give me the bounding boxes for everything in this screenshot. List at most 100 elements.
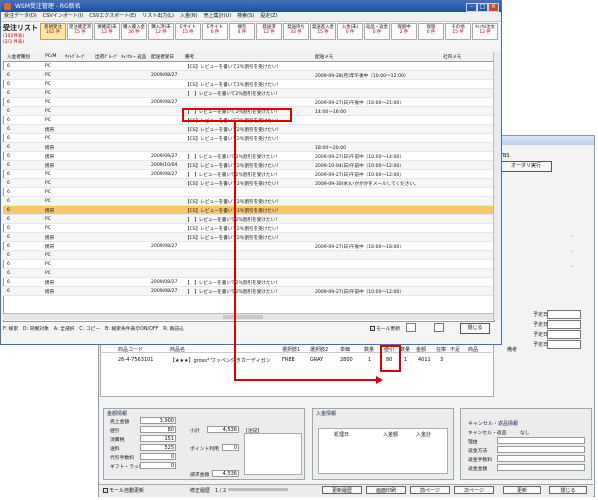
table-row[interactable]: 6携帯【CS】レビューを書いて2％割引を受けたい！ xyxy=(3,233,493,242)
yotei-input[interactable] xyxy=(547,320,581,329)
menu-item[interactable]: 受注データ(D) xyxy=(4,12,37,21)
folder-tab[interactable]: 梱包 4 件 xyxy=(229,23,255,40)
cancel-field[interactable] xyxy=(497,455,585,462)
chevron-down-icon[interactable]: ⌄ xyxy=(570,263,574,269)
table-row[interactable]: 6携帯【CS】レビューを書いて2％割引を受けたい！ xyxy=(3,206,493,215)
update-button[interactable]: 更新 xyxy=(503,486,541,494)
folder-tab[interactable]: 発送進入金 15 件 xyxy=(310,23,336,40)
history-slider[interactable] xyxy=(228,488,288,491)
table-row[interactable]: 6 PC 2009/08/27 2009-09-27(日)午後中（16:00〜21:0… xyxy=(3,98,493,107)
horizontal-scrollbar[interactable] xyxy=(3,313,493,320)
table-row[interactable]: 6携帯2009/10/04【CS】レビューを書いて2％割引を受けたい！2009-… xyxy=(3,161,493,170)
update-history-button[interactable]: 更新履歴 xyxy=(322,486,362,494)
table-row[interactable]: 6PC【CS】レビューを書いて2％割引を受けたい！ xyxy=(3,134,493,143)
close-icon[interactable]: × xyxy=(488,3,499,12)
chevron-down-icon[interactable]: ⌄ xyxy=(570,233,574,239)
col-header[interactable]: 出荷ｸﾞﾙｰﾌﾟ xyxy=(95,54,118,60)
table-row[interactable]: 6携帯【CS】レビューを書いて2％割引を受けたい！ xyxy=(3,125,493,134)
spin-right-icon[interactable] xyxy=(434,323,444,332)
col-header[interactable]: 社内メモ xyxy=(443,54,461,60)
model-update-checkbox[interactable]: ✓ モール更新 xyxy=(370,325,400,332)
print-screen-button[interactable]: 画面印刷 xyxy=(366,486,406,494)
point-value[interactable]: 0 xyxy=(222,444,239,451)
stock[interactable]: 3 xyxy=(440,357,443,363)
scroll-thumb[interactable] xyxy=(223,315,263,319)
folder-tab[interactable]: 新規受注 102 件 xyxy=(40,23,66,40)
table-row[interactable]: 6PC【CS】レビューを書いて2％割引を受けたい！ xyxy=(3,80,493,89)
close-detail-button[interactable]: 閉じる xyxy=(549,486,587,494)
table-row[interactable]: 6PC【CS】レビューを書いて2％割引を受けたい！2009-09-30(水)いか… xyxy=(3,179,493,188)
yotei-input[interactable] xyxy=(547,340,581,349)
product-code[interactable]: 26-4-7563101 xyxy=(118,357,153,363)
col-header[interactable]: ｷｬﾝｾﾙ・返品 xyxy=(121,54,146,60)
col-header[interactable]: 配送メモ xyxy=(315,54,333,60)
col-header[interactable]: PC/M xyxy=(45,54,57,59)
close-list-button[interactable]: 閉じる xyxy=(460,323,490,334)
folder-tab[interactable]: Eサイト 15 件 xyxy=(175,23,201,40)
quantity2[interactable]: 1 xyxy=(404,357,407,363)
folder-tab[interactable]: その他 15 件 xyxy=(445,23,471,40)
table-row[interactable]: 6 携帯 18:00〜20:00 xyxy=(3,143,493,152)
folder-tab[interactable]: Eサイト 6 件 xyxy=(202,23,228,40)
menu-item[interactable]: 売上集計(U) xyxy=(204,12,232,21)
menu-item[interactable]: 設定(Z) xyxy=(260,12,277,21)
folder-tab[interactable]: ｷｬﾝｾﾙ注文 12 件 xyxy=(472,23,498,40)
vertical-scrollbar[interactable] xyxy=(493,52,501,320)
chevron-down-icon[interactable]: ⌄ xyxy=(570,248,574,254)
amount[interactable]: 4011 xyxy=(418,357,431,363)
unit-price[interactable]: 2800 xyxy=(340,357,353,363)
yotei-input[interactable] xyxy=(547,310,581,319)
product-name[interactable]: 【★★★】gross* ワッペン付きカーディガン xyxy=(170,357,271,364)
billing-value: 4,536 xyxy=(212,470,239,477)
folder-tab[interactable]: 保留 0 件 xyxy=(418,23,444,40)
folder-tab[interactable]: 保留中 2 件 xyxy=(391,23,417,40)
folder-tab[interactable]: 発送待ち 33 件 xyxy=(283,23,309,40)
maximize-icon[interactable]: □ xyxy=(477,3,488,12)
table-row[interactable]: 6 携帯 2009/08/27 【 】レビューを書いて2％割引を受けたい！ xyxy=(3,278,493,287)
table-row[interactable]: 6 携帯 2009/08/27 【 】レビューを書いて2％割引を受けたい！ 2009-0… xyxy=(3,152,493,161)
col-header[interactable]: 入金者種別 xyxy=(7,54,30,60)
col-header[interactable]: 備考 xyxy=(185,54,194,60)
spin-left-icon[interactable] xyxy=(406,323,416,332)
menu-item[interactable]: CSVエクスポート(E) xyxy=(89,12,136,21)
folder-tab[interactable]: 購入済(未 12 件 xyxy=(148,23,174,40)
option1[interactable]: FREE xyxy=(282,357,295,363)
minimize-icon[interactable]: – xyxy=(466,3,477,12)
next-page-button[interactable]: 次ページ xyxy=(454,486,494,494)
table-row[interactable]: 6 PC 【 】レビューを書いて2％割引を受けたい！ xyxy=(3,215,493,224)
table-row[interactable]: 6PC【CS】レビューを書いて2％割引を受けたい！ xyxy=(3,224,493,233)
cancel-field[interactable] xyxy=(497,446,585,453)
table-row[interactable]: 6 携帯 2009/08/27 2009-09-27(日)午後中（16:00〜18:0… xyxy=(3,242,493,251)
folder-tab[interactable]: 受注確定済 15 件 xyxy=(67,23,93,40)
menu-item[interactable]: 検索(S) xyxy=(237,12,254,21)
option2[interactable]: GRAY xyxy=(310,357,323,363)
prev-page-button[interactable]: 前ページ xyxy=(410,486,450,494)
table-row[interactable]: 6 PC xyxy=(3,269,493,278)
cancel-field[interactable] xyxy=(497,437,585,444)
col-header[interactable]: 配送者受日 xyxy=(151,54,174,60)
quantity[interactable]: 1 xyxy=(368,357,371,363)
folder-tab[interactable]: 返品・返金 0 件 xyxy=(364,23,390,40)
folder-tab[interactable]: 要確認(未 12 件 xyxy=(94,23,120,40)
auto-update-checkbox[interactable]: ✓ モール自動更新 xyxy=(103,487,144,494)
cancel-field[interactable] xyxy=(497,464,585,471)
yotei-input[interactable] xyxy=(547,330,581,339)
table-row[interactable]: 6PC【CS】レビューを書いて2％割引を受けたい！ xyxy=(3,197,493,206)
table-row[interactable]: 6 PC 2009/08/27 【 】レビューを書いて2％割引を受けたい！ 2009-0… xyxy=(3,170,493,179)
menu-item[interactable]: CSVインポート(I) xyxy=(43,12,83,21)
order-execute-button[interactable]: オーダリ実行 xyxy=(500,161,552,172)
folder-tab[interactable]: 購入確入金 26 件 xyxy=(121,23,147,40)
table-row[interactable]: 6 携帯 2009/08/27 【 】レビューを書いて2％割引を受けたい！ 2009-0… xyxy=(3,287,493,296)
menu-item[interactable]: 入金(N) xyxy=(180,12,198,21)
memo-textarea[interactable] xyxy=(244,433,302,475)
table-row[interactable]: 6PC【CS】レビューを書いて2％割引を受けたい！ xyxy=(3,62,493,71)
table-row[interactable]: 6 PC xyxy=(3,251,493,260)
table-row[interactable]: 6 PC 2009/08/27 2009-09-28(月)年午後中（10:00〜12:… xyxy=(3,71,493,80)
table-row[interactable]: 6 PC xyxy=(3,188,493,197)
table-row[interactable]: 6 PC xyxy=(3,260,493,269)
folder-tab[interactable]: 発送済 12 件 xyxy=(256,23,282,40)
table-row[interactable]: 6 PC 【 】レビューを書いて2％割引を受けたい！ xyxy=(3,89,493,98)
menu-item[interactable]: リスト出力(L) xyxy=(142,12,174,21)
folder-tab[interactable]: 入金(未) 0 件 xyxy=(337,23,363,40)
col-header[interactable]: ｻｲﾄｸﾞﾙｰﾌﾟ xyxy=(65,54,86,60)
